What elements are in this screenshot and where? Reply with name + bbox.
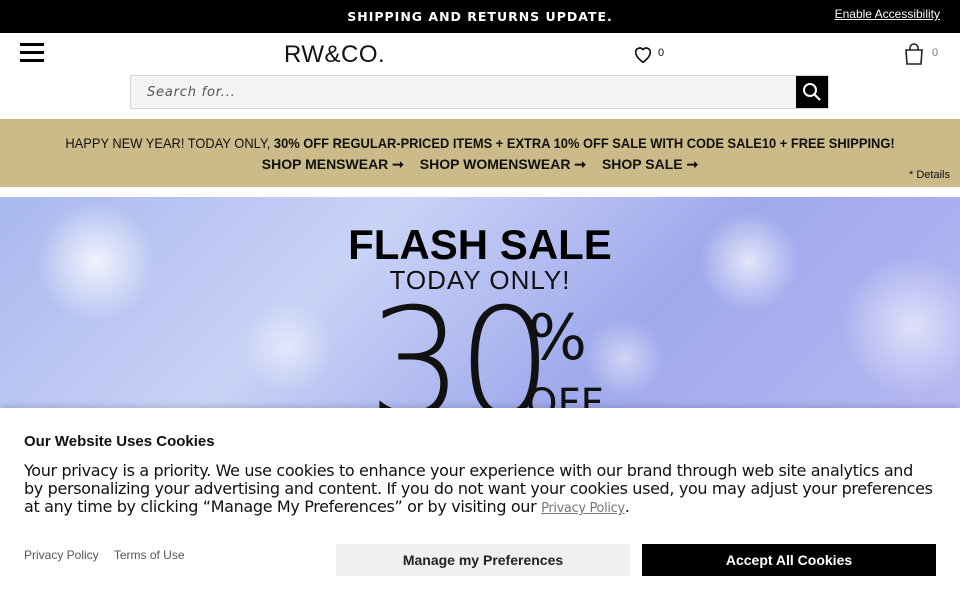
promo-banner: HAPPY NEW YEAR! TODAY ONLY, 30% OFF REGU… <box>0 119 960 187</box>
heart-icon[interactable] <box>632 43 654 65</box>
cookie-banner-title: Our Website Uses Cookies <box>24 433 215 450</box>
terms-of-use-link[interactable]: Terms of Use <box>114 548 185 562</box>
bag-count: 0 <box>932 47 939 59</box>
promo-details-link[interactable]: * Details <box>909 169 950 181</box>
promo-headline-prefix: HAPPY NEW YEAR! TODAY ONLY, <box>65 135 274 151</box>
search-button[interactable] <box>796 76 828 108</box>
wishlist-count: 0 <box>658 47 665 59</box>
promo-headline: HAPPY NEW YEAR! TODAY ONLY, 30% OFF REGU… <box>38 135 921 151</box>
promo-links: SHOP MENSWEAR ➞ SHOP WOMENSWEAR ➞ SHOP S… <box>0 156 960 173</box>
hero-percent-sign: % <box>528 301 587 374</box>
cookie-banner-body: Your privacy is a priority. We use cooki… <box>24 462 936 518</box>
hero-banner[interactable]: FLASH SALE TODAY ONLY! 30 % OFF <box>0 197 960 412</box>
search-bar <box>130 75 829 109</box>
site-header: RW&CO. 0 0 <box>0 33 960 119</box>
privacy-policy-link[interactable]: Privacy Policy <box>24 548 99 562</box>
promo-headline-offer: 30% OFF REGULAR-PRICED ITEMS + EXTRA 10%… <box>273 135 895 151</box>
cookie-body-end: . <box>624 497 630 516</box>
announcement-bar: SHIPPING AND RETURNS UPDATE. Enable Acce… <box>0 0 960 33</box>
shop-menswear-link[interactable]: SHOP MENSWEAR ➞ <box>262 156 404 172</box>
cookie-footer-links: Privacy Policy Terms of Use <box>24 548 197 562</box>
hero-percent-number: 30 <box>368 277 553 412</box>
menu-icon[interactable] <box>20 43 44 63</box>
manage-preferences-button[interactable]: Manage my Preferences <box>336 544 630 576</box>
search-icon <box>803 83 821 101</box>
shop-sale-link[interactable]: SHOP SALE ➞ <box>602 156 698 172</box>
shopping-bag-icon[interactable] <box>904 43 924 65</box>
hero-title: FLASH SALE <box>348 221 612 268</box>
shop-womenswear-link[interactable]: SHOP WOMENSWEAR ➞ <box>420 156 586 172</box>
cookie-body-text: Your privacy is a priority. We use cooki… <box>24 461 933 516</box>
site-logo[interactable]: RW&CO. <box>284 41 385 69</box>
privacy-policy-inline-link[interactable]: Privacy Policy <box>541 501 625 516</box>
search-input[interactable] <box>131 76 797 108</box>
accept-all-cookies-button[interactable]: Accept All Cookies <box>642 544 936 576</box>
shipping-update-link[interactable]: SHIPPING AND RETURNS UPDATE. <box>0 9 960 24</box>
enable-accessibility-link[interactable]: Enable Accessibility <box>835 7 940 21</box>
cookie-banner: Our Website Uses Cookies Your privacy is… <box>0 408 960 600</box>
